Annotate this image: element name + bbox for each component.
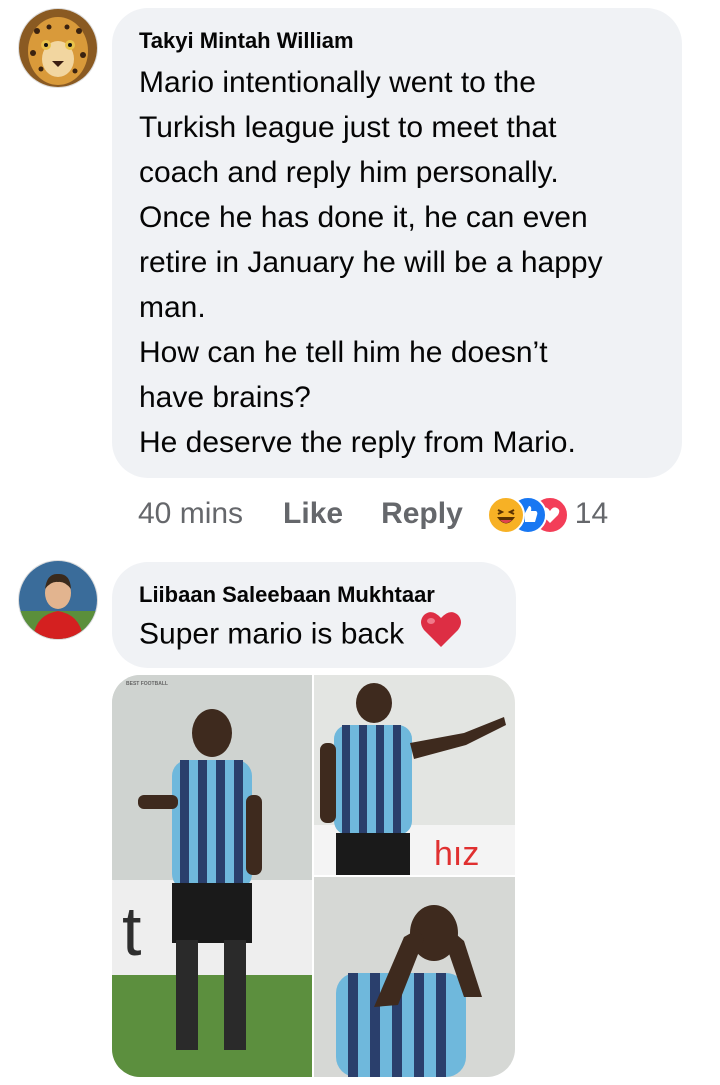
comment-text: Super mario is back bbox=[139, 610, 516, 661]
photo-player-hands-on-head bbox=[314, 877, 515, 1077]
photo-watermark: BEST FOOTBALL bbox=[126, 681, 168, 687]
comment-actions: 40 mins Like Reply 14 bbox=[138, 492, 608, 536]
player-pointing-image: hız bbox=[314, 675, 515, 875]
player-hands-on-head-image bbox=[314, 877, 515, 1077]
leopard-icon bbox=[19, 9, 97, 87]
player-standing-image: t bbox=[112, 675, 312, 1077]
comment-line: Once he has done it, he can even bbox=[139, 201, 588, 234]
comment-line: have brains? bbox=[139, 381, 311, 414]
comment-line: How can he tell him he doesn’t bbox=[139, 336, 548, 369]
comment-line: Super mario is back bbox=[139, 617, 405, 651]
avatar-comment-1[interactable] bbox=[18, 8, 98, 88]
comment-line: Mario intentionally went to the bbox=[139, 66, 536, 99]
comment-line: retire in January he will be a happy bbox=[139, 246, 603, 279]
comment-photo[interactable]: t BEST FOOTBALL hız bbox=[112, 675, 515, 1077]
comment-bubble-2: Liibaan Saleebaan Mukhtaar Super mario i… bbox=[112, 562, 516, 668]
comment-bubble-1: Takyi Mintah William Mario intentionally… bbox=[112, 8, 682, 478]
like-button[interactable]: Like bbox=[283, 497, 343, 531]
comment-line: He deserve the reply from Mario. bbox=[139, 426, 576, 459]
comment-author[interactable]: Takyi Mintah William bbox=[139, 28, 682, 54]
photo-player-pointing: hız bbox=[314, 675, 515, 875]
comment-line: coach and reply him personally. bbox=[139, 156, 559, 189]
comment-timestamp[interactable]: 40 mins bbox=[138, 497, 243, 531]
reactions-summary[interactable] bbox=[486, 494, 569, 534]
photo-player-standing: t BEST FOOTBALL bbox=[112, 675, 312, 1077]
reaction-count[interactable]: 14 bbox=[575, 497, 608, 531]
svg-text:hız: hız bbox=[434, 835, 479, 873]
footballer-avatar-icon bbox=[19, 561, 97, 639]
reply-button[interactable]: Reply bbox=[381, 497, 463, 531]
svg-text:t: t bbox=[122, 892, 141, 970]
comment-line: man. bbox=[139, 291, 206, 324]
comment-text: Mario intentionally went to the Turkish … bbox=[139, 60, 682, 465]
haha-reaction-icon bbox=[486, 496, 525, 534]
red-heart-icon bbox=[420, 610, 462, 661]
comment-author[interactable]: Liibaan Saleebaan Mukhtaar bbox=[139, 582, 516, 608]
comment-line: Turkish league just to meet that bbox=[139, 111, 557, 144]
avatar-comment-2[interactable] bbox=[18, 560, 98, 640]
